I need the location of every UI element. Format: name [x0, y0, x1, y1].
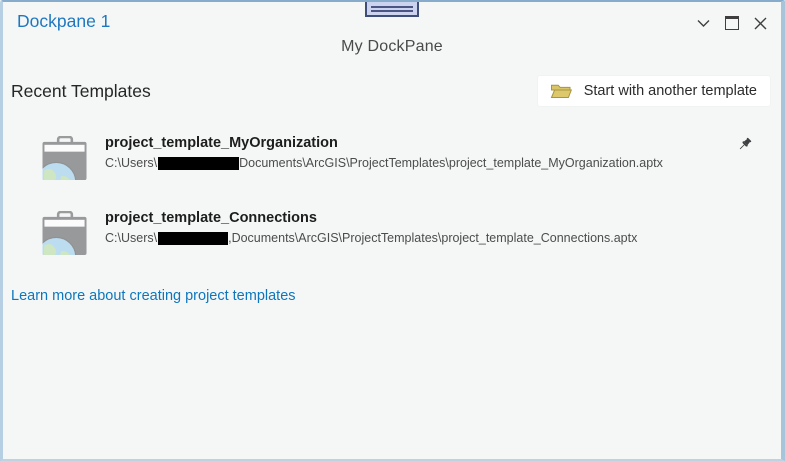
pin-icon[interactable] — [736, 136, 753, 158]
template-name: project_template_Connections — [105, 209, 637, 227]
template-path: C:\Users\Documents\ArcGIS\ProjectTemplat… — [105, 156, 663, 170]
redacted-username — [158, 232, 228, 245]
drag-grip-icon[interactable] — [365, 0, 419, 17]
project-template-icon — [41, 211, 89, 261]
template-info: project_template_MyOrganization C:\Users… — [105, 134, 663, 170]
window-controls — [697, 16, 767, 30]
template-info: project_template_Connections C:\Users\,D… — [105, 209, 637, 245]
section-title: Recent Templates — [11, 81, 151, 102]
grip-bar — [371, 10, 413, 12]
open-folder-icon — [550, 82, 572, 99]
dockpane-window: Dockpane 1 My DockPane Recent Templates — [0, 0, 785, 461]
dockpane-heading: My DockPane — [3, 38, 781, 56]
redacted-username — [158, 157, 239, 170]
start-with-another-template-label: Start with another template — [584, 83, 757, 99]
recent-templates-list: project_template_MyOrganization C:\Users… — [41, 134, 767, 261]
chevron-down-icon[interactable] — [697, 19, 710, 28]
template-list-item[interactable]: project_template_MyOrganization C:\Users… — [41, 134, 767, 186]
project-template-icon — [41, 136, 89, 186]
grip-bar — [371, 6, 413, 8]
template-list-item[interactable]: project_template_Connections C:\Users\,D… — [41, 209, 767, 261]
pane-title: Dockpane 1 — [17, 11, 110, 31]
section-header-row: Recent Templates Start with another temp… — [3, 75, 781, 107]
start-with-another-template-button[interactable]: Start with another template — [537, 75, 771, 107]
learn-more-link[interactable]: Learn more about creating project templa… — [11, 288, 296, 304]
maximize-icon[interactable] — [725, 16, 739, 30]
template-name: project_template_MyOrganization — [105, 134, 663, 152]
template-path: C:\Users\,Documents\ArcGIS\ProjectTempla… — [105, 231, 637, 245]
close-icon[interactable] — [754, 17, 767, 30]
